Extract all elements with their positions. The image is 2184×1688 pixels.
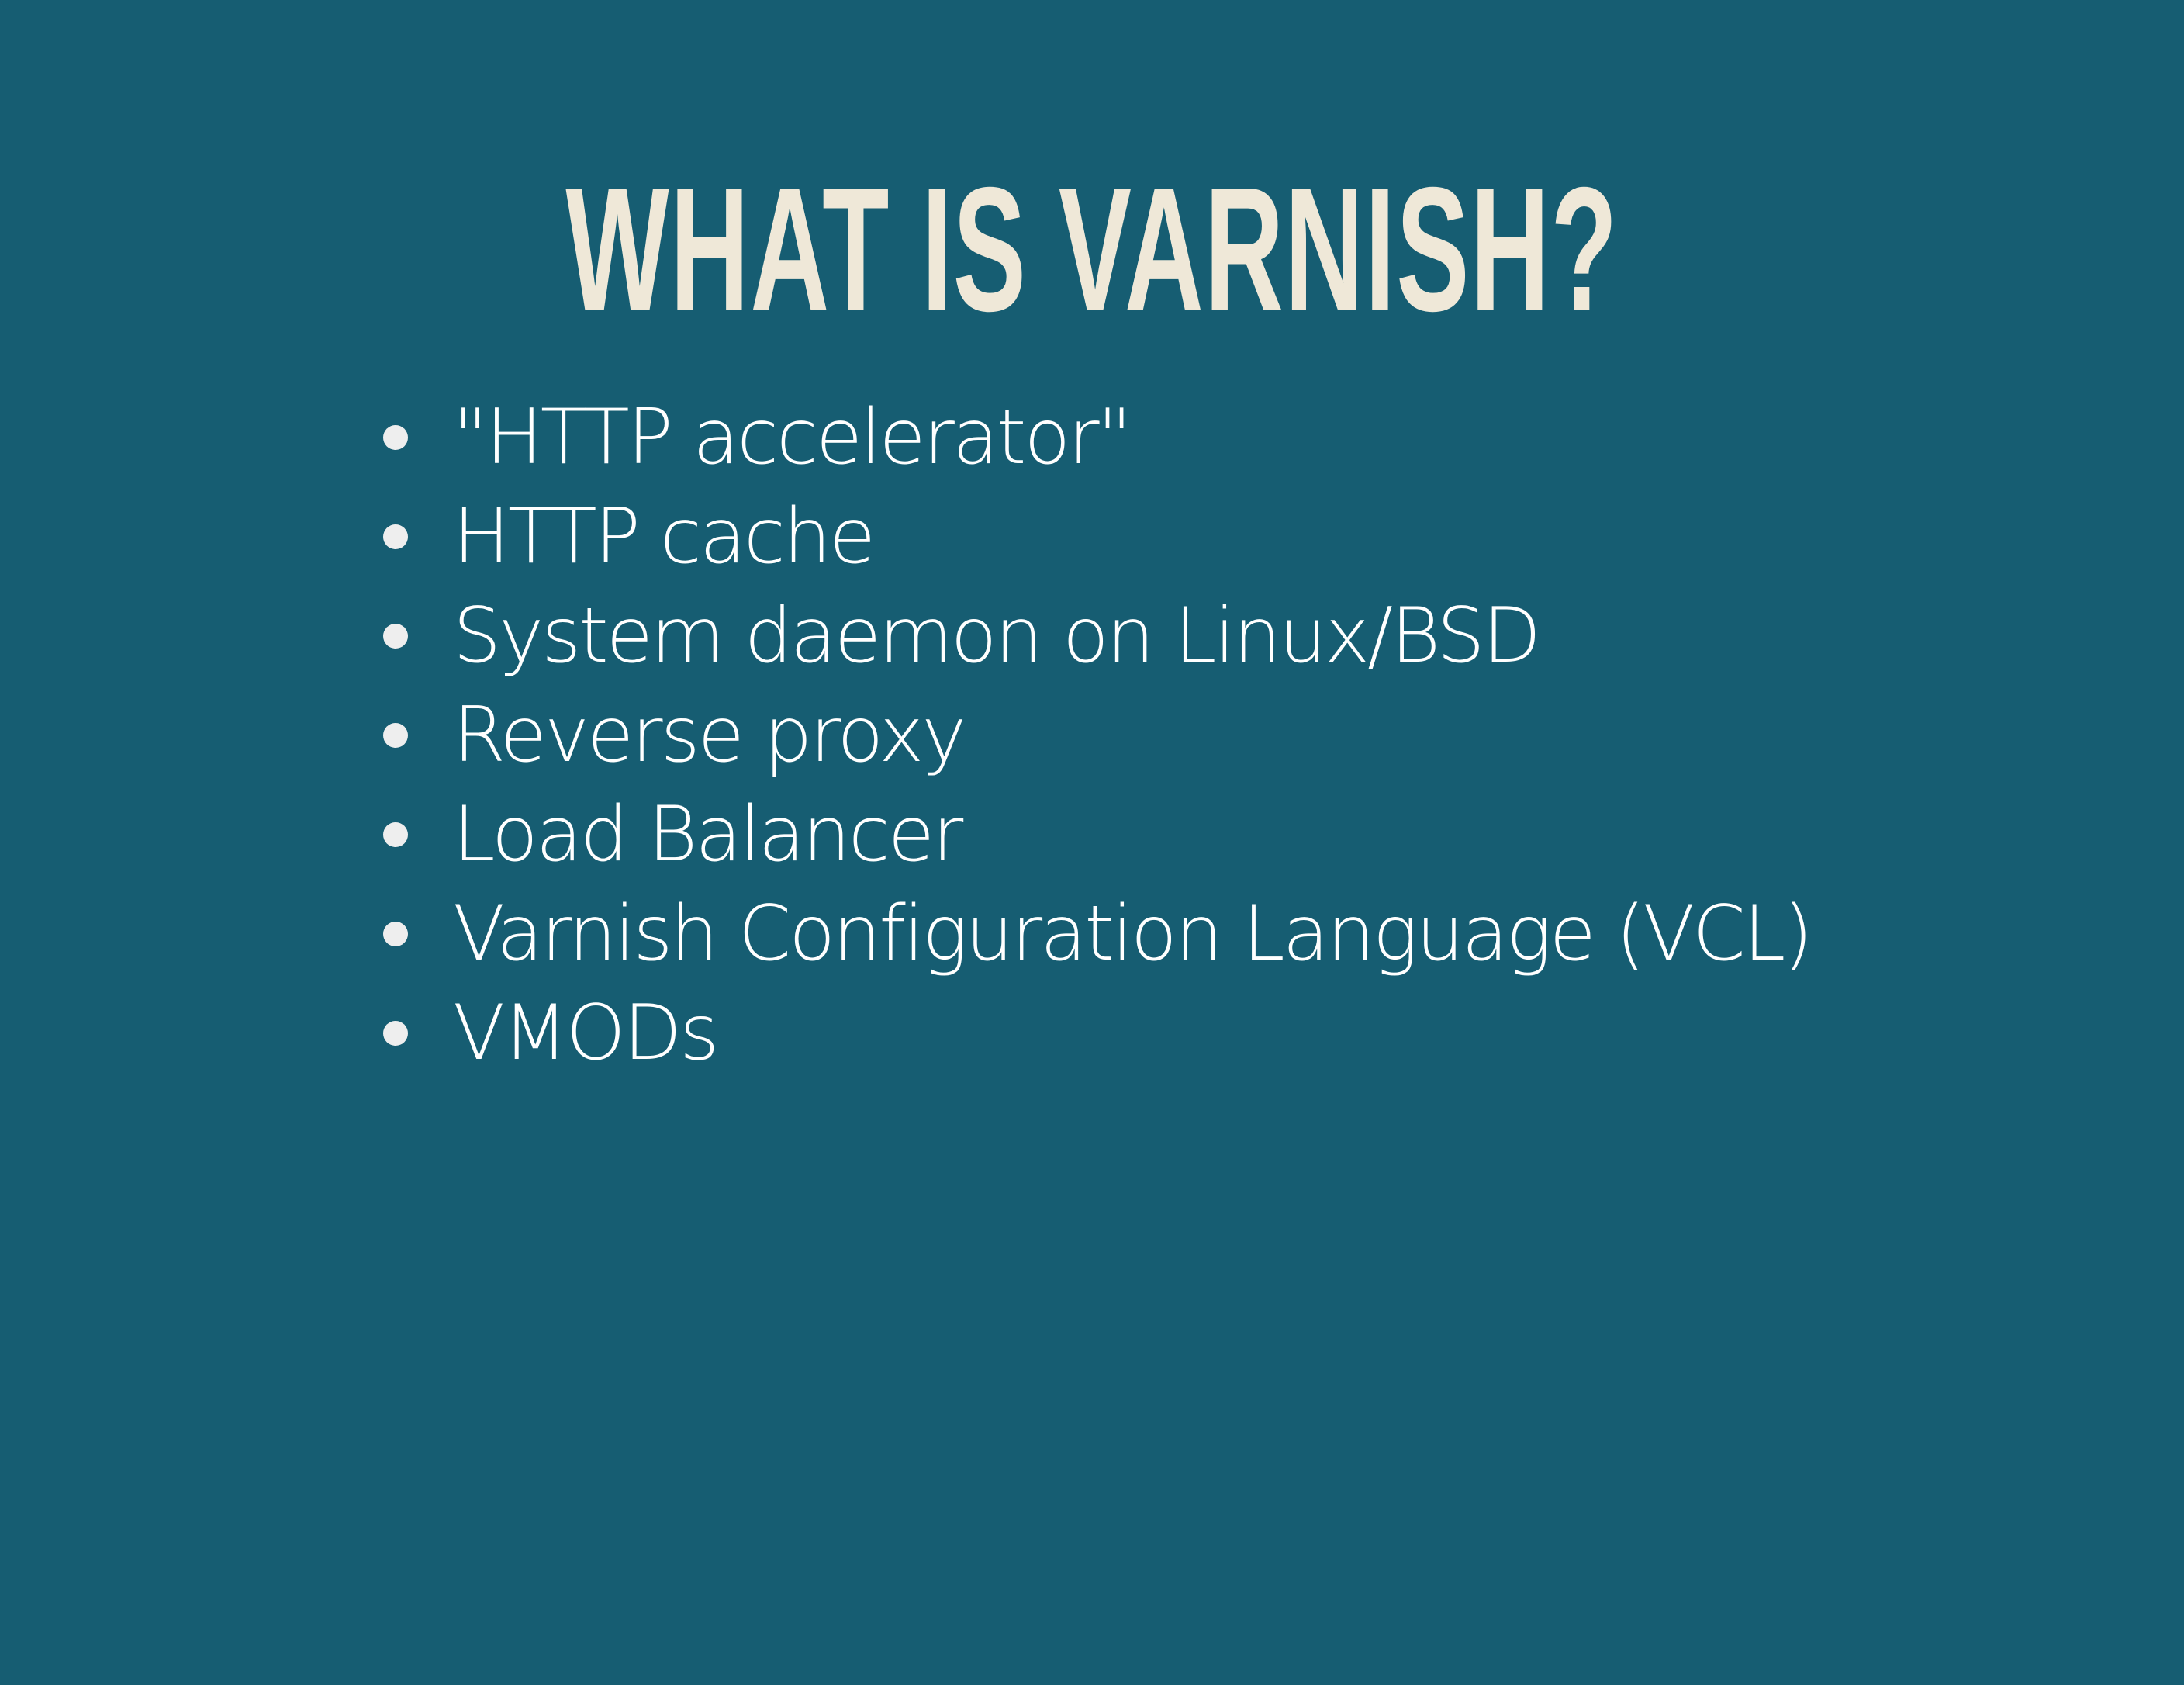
bullet-text: HTTP cache [453,493,876,581]
bullet-text: System daemon on Linux/BSD [453,592,1541,680]
slide-title: WHAT IS VARNISH? [565,151,1619,348]
bullet-text: VMODs [453,989,719,1077]
bullet-text: Load Balancer [453,790,963,879]
bullet-item: Reverse proxy [380,686,1811,785]
bullet-text: Reverse proxy [453,691,966,780]
bullet-item: VMODs [380,984,1811,1083]
bullet-text: "HTTP accelerator" [453,393,1132,482]
bullet-dot-icon [383,822,408,847]
bullet-list: "HTTP accelerator" HTTP cache System dae… [380,388,1813,1083]
bullet-item: Load Balancer [380,785,1811,884]
bullet-dot-icon [383,624,408,649]
bottom-edge-divider [0,1685,2184,1688]
bullet-dot-icon [383,524,408,549]
bullet-item: Varnish Configuration Language (VCL) [380,884,1813,984]
bullet-dot-icon [383,723,408,748]
bullet-item: "HTTP accelerator" [380,388,1811,487]
bullet-dot-icon [383,1021,408,1046]
bullet-item: System daemon on Linux/BSD [380,586,1811,686]
bullet-text: Varnish Configuration Language (VCL) [453,890,1813,978]
bullet-item: HTTP cache [380,487,1811,586]
bullet-dot-icon [383,922,408,946]
slide: WHAT IS VARNISH? "HTTP accelerator" HTTP… [0,0,2184,1688]
bullet-dot-icon [383,425,408,450]
